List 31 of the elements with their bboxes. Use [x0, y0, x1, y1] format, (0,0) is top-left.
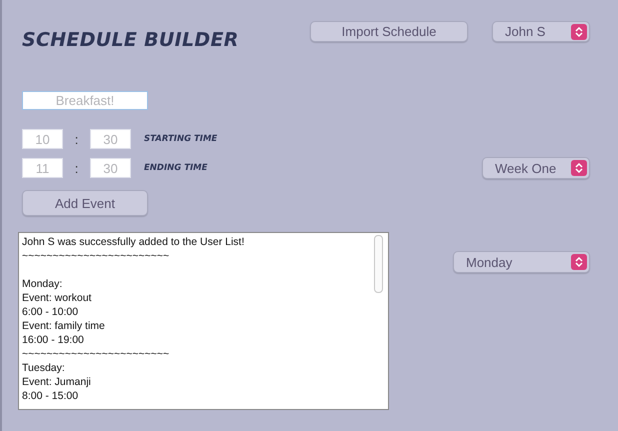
- log-line: Event: family time: [22, 320, 105, 332]
- add-event-button[interactable]: Add Event: [22, 190, 148, 216]
- log-line: 8:00 - 15:00: [22, 390, 78, 402]
- hour-field[interactable]: 11: [22, 158, 63, 178]
- hour-field[interactable]: 10: [22, 129, 63, 149]
- time-separator: :: [74, 132, 80, 146]
- schedule-text-area[interactable]: [18, 232, 389, 410]
- log-line: Tuesday:: [22, 362, 65, 374]
- log-line: 6:00 - 10:00: [22, 306, 78, 318]
- day-dropdown[interactable]: Monday: [453, 251, 590, 273]
- dropdown-arrows-icon: [571, 254, 587, 270]
- log-line: John S was successfully added to the User List!: [22, 236, 244, 248]
- dropdown-arrows-icon: [571, 24, 587, 40]
- user-dropdown[interactable]: John S: [492, 21, 590, 42]
- import-schedule-button[interactable]: Import Schedule: [310, 21, 468, 42]
- dropdown-arrows-icon: [571, 160, 587, 176]
- log-line: Event: workout: [22, 292, 92, 304]
- time-separator: :: [74, 160, 80, 176]
- minute-field[interactable]: 30: [90, 129, 131, 149]
- log-line: ~~~~~~~~~~~~~~~~~~~~~~~~: [22, 348, 170, 360]
- log-line: 16:00 - 19:00: [22, 334, 84, 346]
- week-dropdown[interactable]: Week One: [482, 157, 590, 179]
- event-name-field[interactable]: Breakfast!: [22, 91, 148, 110]
- scrollbar-thumb[interactable]: [374, 235, 383, 293]
- app-title: SCHEDULE BUILDER: [22, 29, 239, 53]
- time-label: STARTING TIME: [144, 134, 218, 144]
- time-label: ENDING TIME: [144, 163, 208, 173]
- log-line: Event: Jumanji: [22, 376, 91, 388]
- log-line: Monday:: [22, 278, 62, 290]
- minute-field[interactable]: 30: [90, 158, 131, 178]
- log-line: ~~~~~~~~~~~~~~~~~~~~~~~~: [22, 249, 170, 264]
